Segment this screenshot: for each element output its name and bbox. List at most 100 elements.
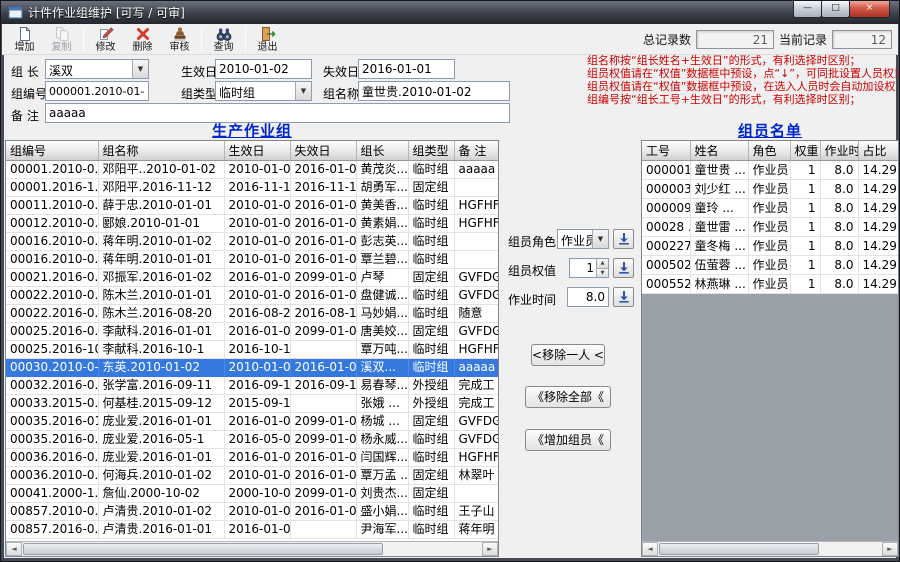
production-row-cell[interactable]: 蒋年明 [454,520,498,539]
group-type-combobox[interactable]: 临时组 ▼ [215,81,312,101]
production-row-cell[interactable]: 陈木兰.2016-08-20 [98,304,225,323]
production-row-cell[interactable]: 00001.2016-1... [6,178,99,197]
production-row-cell[interactable]: 2016-01-01 [224,520,291,539]
member-row-cell[interactable]: 1 [790,198,821,218]
production-row[interactable]: 00035.2016-01-1庞业爱.2016-01-012016-01-012… [6,412,498,431]
production-row[interactable]: 00001.2016-1...邓阳平.2016-11-122016-11-122… [6,178,498,197]
production-row-cell[interactable]: 2010-01-02 [224,160,291,179]
production-row[interactable]: 00022.2016-0...陈木兰.2016-08-202016-08-202… [6,304,498,323]
production-row-cell[interactable]: 2016-01-01 [224,322,291,341]
column-header-role[interactable]: 角色 [748,141,791,161]
production-row-cell[interactable]: 固定组 [408,322,455,341]
production-row-cell[interactable]: 外授组 [408,376,455,395]
production-row-cell[interactable]: 00016.2010-0... [6,250,99,269]
production-row-cell[interactable]: 唐美姣... [356,322,409,341]
production-row-cell[interactable]: 00035.2016-0... [6,430,99,449]
scroll-left-button[interactable]: ◄ [642,542,658,556]
production-row-cell[interactable]: 郾娘.2010-01-01 [98,214,225,233]
production-row-cell[interactable]: 临时组 [408,304,455,323]
production-row-cell[interactable]: 2016-01-01 [290,358,357,377]
production-hscrollbar[interactable]: ◄ ► [6,541,498,556]
member-row-cell[interactable]: 14.29 [858,160,898,180]
member-row-cell[interactable]: 1 [790,236,821,256]
minimize-button[interactable]: — [793,1,822,18]
member-row-cell[interactable]: 童世雷 ... [690,217,749,237]
production-row-cell[interactable]: 2016-11-12 [290,178,357,197]
toolbar-audit-button[interactable]: 审核 [161,25,198,54]
production-row-cell[interactable]: 2016-01-01 [290,466,357,485]
member-role-combobox[interactable]: 作业员 ▼ [557,229,609,249]
scroll-right-button[interactable]: ► [882,542,898,556]
production-row-cell[interactable]: 固定组 [408,412,455,431]
production-row-cell[interactable]: 临时组 [408,232,455,251]
production-row-cell[interactable]: 外授组 [408,394,455,413]
member-row-cell[interactable]: 1 [790,255,821,275]
member-row-cell[interactable]: 作业员 [748,160,791,180]
column-header-weight[interactable]: 权重 [790,141,821,161]
production-row-cell[interactable]: 2010-01-02 [224,358,291,377]
member-row-cell[interactable]: 000003 ... [642,179,691,199]
member-row-cell[interactable]: 童世贵 ... [690,160,749,180]
production-row-cell[interactable]: 覃万孟 ... [356,466,409,485]
production-row[interactable]: 00011.2010-0...薛于忠.2010-01-012010-01-012… [6,196,498,215]
production-row-cell[interactable]: 固定组 [408,268,455,287]
production-row-cell[interactable]: 2010-01-02 [224,232,291,251]
column-header-emp-no[interactable]: 工号 [642,141,691,161]
production-row-cell[interactable]: 卢琴 [356,268,409,287]
group-no-field[interactable] [45,81,149,101]
member-row-cell[interactable]: 作业员 [748,236,791,256]
production-row[interactable]: 00016.2010-0...蒋年明.2010-01-022010-01-022… [6,232,498,251]
production-row-cell[interactable]: 东英.2010-01-02 [98,358,225,377]
member-row-cell[interactable]: 作业员 [748,217,791,237]
production-row-cell[interactable]: aaaaa [454,358,498,377]
production-row-cell[interactable]: 随意 [454,304,498,323]
column-header-remark[interactable]: 备 注 [454,141,498,161]
production-row-cell[interactable]: 临时组 [408,286,455,305]
production-row-cell[interactable]: 临时组 [408,196,455,215]
production-row-cell[interactable]: 2016-01-02 [224,268,291,287]
production-row-cell[interactable]: 2016-01-01 [290,160,357,179]
toolbar-add-button[interactable]: 增加 [6,25,43,54]
production-row-cell[interactable]: 2016-01-01 [290,448,357,467]
hscrollbar-thumb[interactable] [659,543,819,555]
production-row-cell[interactable] [454,484,498,503]
production-row-cell[interactable]: 00012.2010-0... [6,214,99,233]
production-row-cell[interactable]: 2099-01-01 [290,484,357,503]
production-row[interactable]: 00025.2016-10-1李献科.2016-10-12016-10-1 覃万吨… [6,340,498,359]
column-header-ratio[interactable]: 占比 [858,141,898,161]
production-row-cell[interactable]: 临时组 [408,160,455,179]
production-row-cell[interactable]: 2016-05-01 [224,430,291,449]
member-row-cell[interactable]: 作业员 [748,198,791,218]
member-row-cell[interactable]: 作业员 [748,179,791,199]
leader-combobox[interactable]: 溪双 ▼ [45,59,149,79]
member-weight-input[interactable]: 1 ▲ ▼ [569,258,609,278]
toolbar-delete-button[interactable]: 删除 [124,25,161,54]
production-row[interactable]: 00857.2016-0...卢清贵.2016-01-012016-01-01 尹… [6,520,498,539]
production-row-cell[interactable]: 2000-10-02 [224,484,291,503]
production-row-cell[interactable]: 覃兰碧... [356,250,409,269]
member-row-cell[interactable]: 000227 ... [642,236,691,256]
member-row-cell[interactable]: 14.29 [858,198,898,218]
scroll-right-button[interactable]: ► [482,542,498,556]
production-row[interactable]: 00857.2010-0...卢清贵.2010-01-022010-01-022… [6,502,498,521]
production-row-cell[interactable]: 2099-01-01 [290,412,357,431]
column-header-group-type[interactable]: 组类型 [408,141,455,161]
production-row-cell[interactable]: 2010-01-01 [224,196,291,215]
production-row-cell[interactable]: 2099-01-01 [290,430,357,449]
column-header-leader[interactable]: 组长 [356,141,409,161]
apply-role-button[interactable] [613,229,634,249]
member-row-cell[interactable]: 伍萤蓉 ... [690,255,749,275]
production-row-cell[interactable]: 00036.2010-0... [6,466,99,485]
member-row[interactable]: 00028 ...童世雷 ...作业员18.014.29 [642,217,898,237]
production-row-cell[interactable]: 00033.2015-0... [6,394,99,413]
apply-time-button[interactable] [613,287,634,307]
member-row-cell[interactable]: 14.29 [858,217,898,237]
member-row-cell[interactable]: 童冬梅 ... [690,236,749,256]
production-row-cell[interactable]: 卢清贵.2010-01-02 [98,502,225,521]
member-row-cell[interactable]: 000001 ... [642,160,691,180]
production-row-cell[interactable]: 何海兵.2010-01-02 [98,466,225,485]
member-row-cell[interactable]: 童玲 ... [690,198,749,218]
production-row-cell[interactable]: 邓振军.2016-01-02 [98,268,225,287]
production-row-cell[interactable]: 2016-01-01 [224,448,291,467]
maximize-button[interactable]: □ [821,1,850,18]
